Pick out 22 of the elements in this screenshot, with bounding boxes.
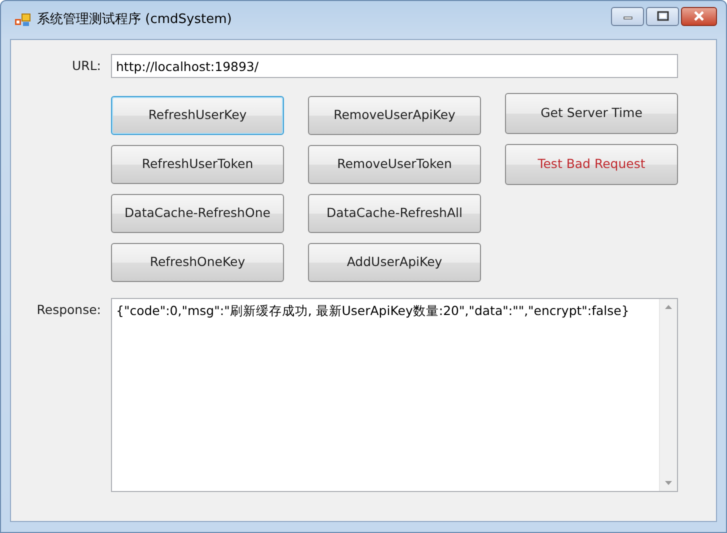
action-button[interactable]: DataCache-RefreshAll [308,194,481,233]
action-button[interactable]: RefreshOneKey [111,243,284,282]
window-title: 系统管理测试程序 (cmdSystem) [37,11,232,30]
maximize-button[interactable] [646,6,679,26]
response-label: Response: [36,301,102,319]
url-field[interactable]: http://localhost:19893/ [111,54,678,78]
close-icon [693,11,705,21]
maximize-icon [656,11,668,21]
scroll-up-icon[interactable] [665,305,672,309]
action-button[interactable]: RefreshUserKey [111,96,284,135]
app-icon [15,13,31,27]
action-button[interactable]: AddUserApiKey [308,243,481,282]
action-button[interactable]: Get Server Time [505,93,678,134]
scroll-down-icon[interactable] [665,481,672,485]
action-button[interactable]: Test Bad Request [505,144,678,185]
url-label: URL: [70,56,102,75]
action-button[interactable]: RefreshUserToken [111,145,284,184]
close-button[interactable] [681,6,717,26]
action-button[interactable]: DataCache-RefreshOne [111,194,284,233]
action-button[interactable]: RemoveUserToken [308,145,481,184]
action-button[interactable]: RemoveUserApiKey [308,96,481,135]
response-box[interactable]: {"code":0,"msg":"刷新缓存成功, 最新UserApiKey数量:20","data":"","encrypt":false} [111,298,678,492]
